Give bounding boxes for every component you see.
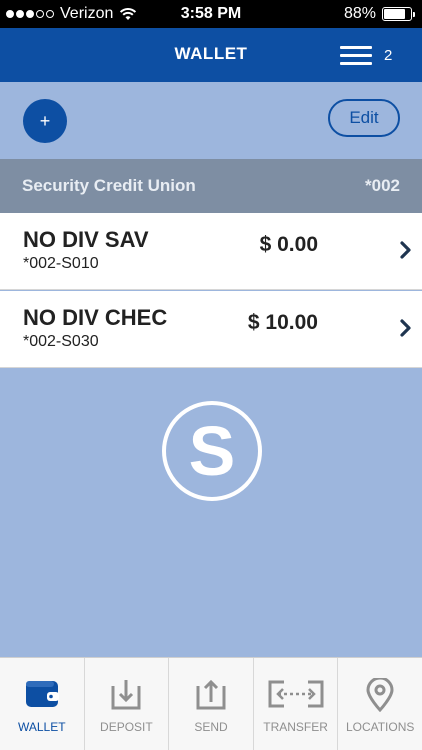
chevron-right-icon — [400, 241, 411, 259]
menu-badge-count: 2 — [384, 46, 393, 64]
tab-wallet[interactable]: WALLET — [0, 658, 85, 750]
account-number: *002-S030 — [23, 333, 99, 350]
transfer-icon — [268, 680, 324, 708]
wallet-icon — [25, 681, 59, 707]
institution-suffix: *002 — [365, 176, 400, 195]
account-name: NO DIV CHEC — [23, 305, 168, 330]
battery-fill — [384, 9, 406, 19]
action-bar: + Edit — [0, 82, 422, 159]
account-name: NO DIV SAV — [23, 227, 149, 252]
battery-percent: 88% — [343, 5, 376, 22]
tab-label: LOCATIONS — [345, 720, 415, 734]
tab-send[interactable]: SEND — [169, 658, 254, 750]
battery-icon — [382, 7, 415, 21]
menu-button[interactable]: 2 — [340, 39, 400, 71]
tab-label: TRANSFER — [263, 720, 328, 734]
location-pin-icon — [366, 678, 394, 712]
account-balance: $ 10.00 — [247, 311, 318, 334]
edit-button[interactable]: Edit — [328, 99, 400, 137]
tab-label: DEPOSIT — [100, 720, 153, 734]
brand-logo: S — [162, 401, 262, 501]
chevron-right-icon — [400, 319, 411, 337]
tab-label: WALLET — [18, 720, 66, 734]
account-row-savings[interactable]: NO DIV SAV *002-S010 $ 0.00 — [0, 213, 422, 290]
tab-bar: WALLET DEPOSIT SEND TRANSFER LOCATIONS — [0, 657, 422, 750]
institution-name: Security Credit Union — [22, 176, 196, 195]
hamburger-menu-icon — [340, 44, 372, 66]
status-bar: Verizon 3:58 PM 88% — [0, 0, 422, 28]
tab-transfer[interactable]: TRANSFER — [254, 658, 339, 750]
institution-header: Security Credit Union *002 — [0, 159, 422, 213]
tab-locations[interactable]: LOCATIONS — [338, 658, 422, 750]
add-account-button[interactable]: + — [23, 99, 67, 143]
account-number: *002-S010 — [23, 255, 99, 272]
account-row-checking[interactable]: NO DIV CHEC *002-S030 $ 10.00 — [0, 291, 422, 368]
logo-letter: S — [189, 412, 236, 490]
tab-label: SEND — [194, 720, 228, 734]
status-right: 88% — [343, 5, 415, 23]
send-icon — [196, 679, 226, 710]
nav-bar: WALLET 2 — [0, 28, 422, 82]
deposit-icon — [111, 680, 141, 710]
tab-deposit[interactable]: DEPOSIT — [85, 658, 170, 750]
account-balance: $ 0.00 — [259, 233, 318, 256]
